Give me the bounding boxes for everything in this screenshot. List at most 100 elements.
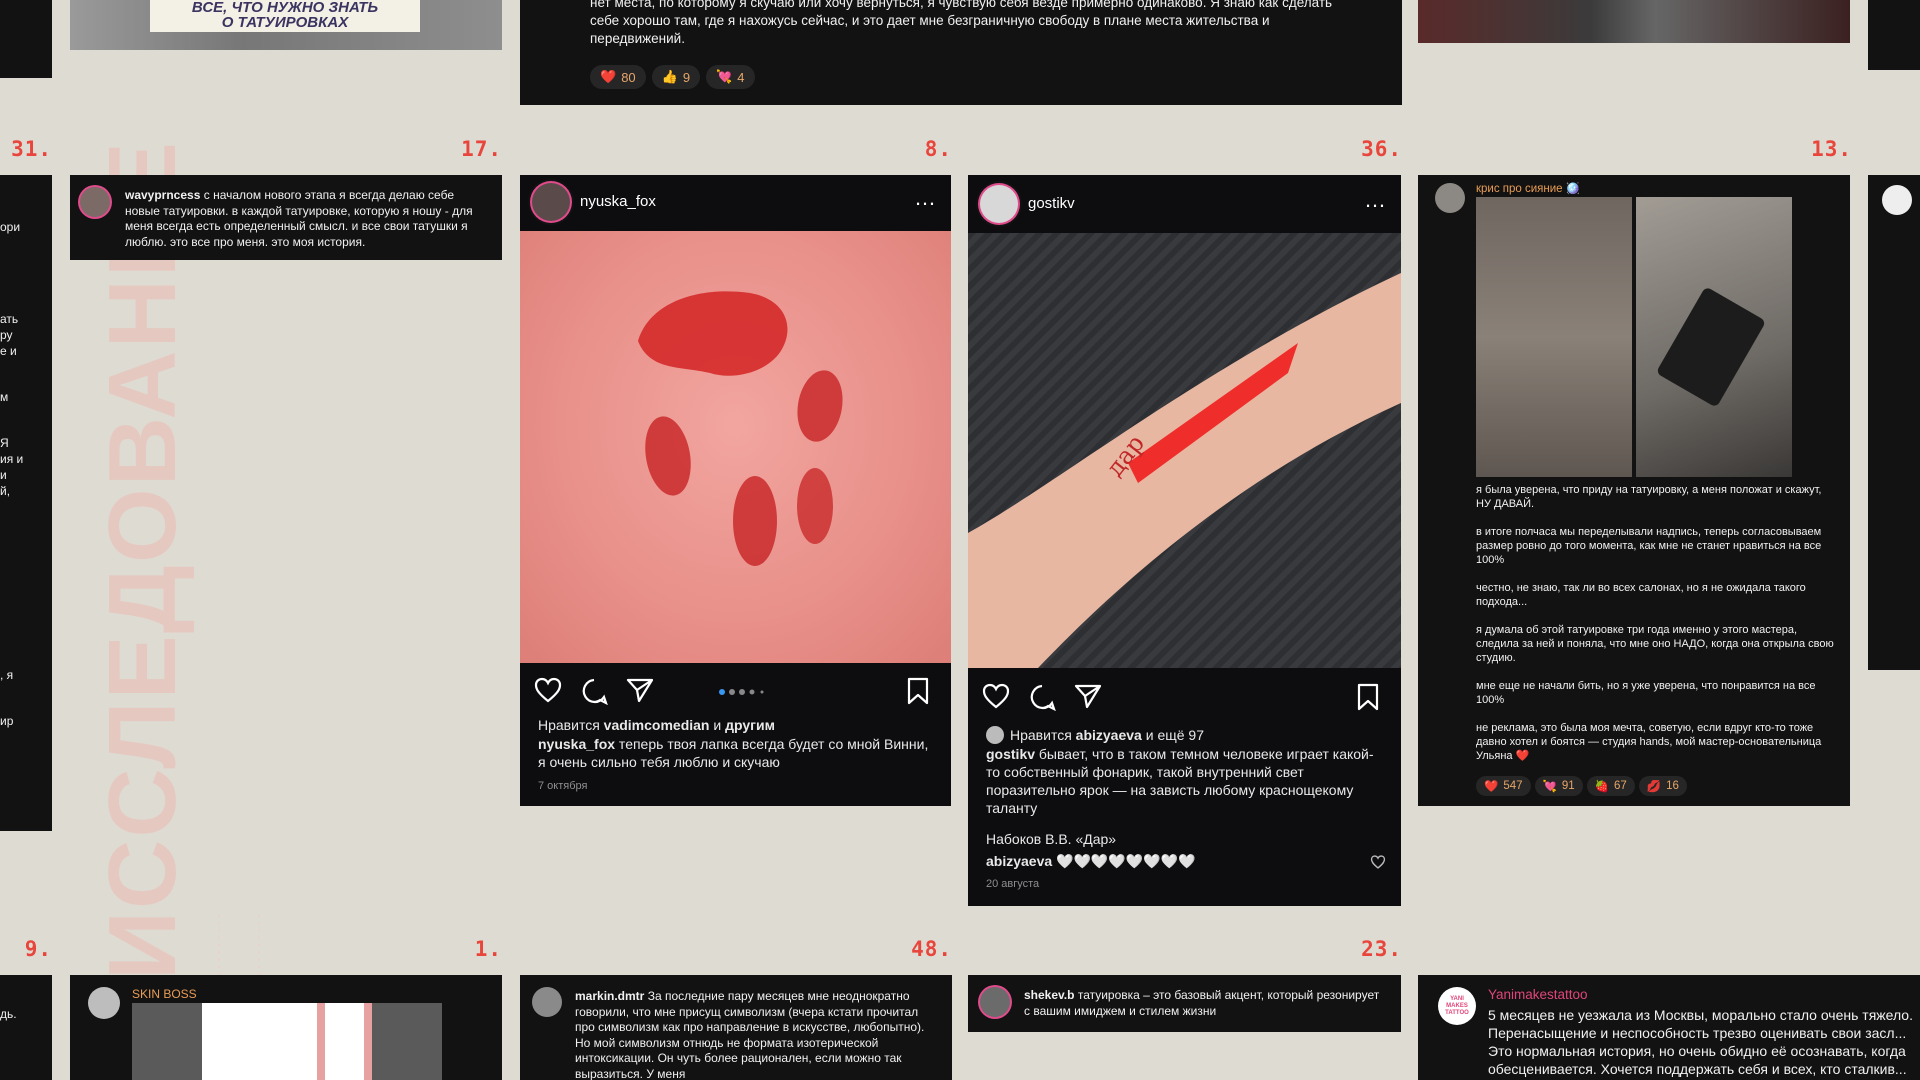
share-icon[interactable] (1074, 683, 1102, 709)
username[interactable]: SKIN BOSS (132, 986, 197, 1002)
more-icon[interactable]: … (1364, 187, 1387, 213)
strip-fragment: дь. (0, 1007, 17, 1021)
comment-like-icon[interactable] (1370, 855, 1386, 869)
like-heart-icon[interactable] (982, 683, 1010, 709)
avatar[interactable] (980, 185, 1018, 223)
strip-fragment: , я (0, 668, 14, 682)
reaction-pill[interactable]: ❤️ 80 (590, 65, 646, 89)
bookmark-icon[interactable] (1356, 683, 1380, 711)
username[interactable]: nyuska_fox (580, 193, 656, 210)
share-icon[interactable] (626, 677, 654, 703)
avatar[interactable] (532, 987, 562, 1017)
strip-fragment: м (0, 390, 9, 404)
strip-fragment: и (0, 468, 7, 482)
liker-avatar[interactable] (986, 726, 1004, 744)
liked-user[interactable]: abizyaeva (1076, 727, 1142, 743)
reaction-bar: ❤️ 547 💘 91 🍓 67 💋 16 (1476, 776, 1691, 796)
username[interactable]: gostikv (1028, 195, 1075, 212)
reaction-pill[interactable]: 💘 91 (1534, 776, 1583, 796)
photo-studio[interactable] (1476, 197, 1632, 477)
avatar[interactable] (80, 187, 110, 217)
comment-icon[interactable] (1028, 683, 1056, 711)
left-strip-card-bottom[interactable]: дь. (0, 975, 52, 1080)
reaction-count: 547 (1503, 780, 1523, 792)
top-right-card[interactable] (1418, 0, 1850, 43)
username[interactable]: wavyprncess (125, 188, 200, 202)
cupid-heart-icon: 💘 (716, 69, 733, 84)
left-strip-card-top[interactable] (0, 0, 52, 78)
avatar[interactable] (532, 183, 570, 221)
grid-number: 1. (474, 937, 502, 961)
right-edge-card[interactable] (1868, 175, 1920, 670)
post-text: я была уверена, что приду на татуировку,… (1476, 483, 1836, 763)
grid-number: 8. (924, 137, 952, 161)
skin-boss-card[interactable]: SKIN BOSS (70, 975, 502, 1080)
comment-username[interactable]: abizyaeva (986, 853, 1052, 869)
reaction-count: 80 (621, 69, 636, 85)
instagram-post-gostikv[interactable]: gostikv … дар Нравится abizyaeva и ещё 9… (968, 175, 1401, 906)
kris-card[interactable]: крис про сияние 🪩 я была уверена, что пр… (1418, 175, 1850, 806)
comment-icon[interactable] (580, 677, 608, 705)
reaction-count: 16 (1666, 780, 1679, 792)
top-left-card[interactable]: ВСЕ, ЧТО НУЖНО ЗНАТЬ О ТАТУИРОВКАХ (70, 0, 502, 50)
liked-others[interactable]: другим (725, 717, 775, 733)
grid-number: 13. (1811, 137, 1852, 161)
reaction-pill[interactable]: ❤️ 547 (1476, 776, 1531, 796)
photo-tablet[interactable] (1636, 197, 1792, 477)
paragraph: в итоге полчаса мы переделывали надпись,… (1476, 526, 1822, 566)
avatar[interactable] (88, 987, 120, 1019)
reaction-pill[interactable]: 💘 4 (706, 65, 755, 89)
caption-username[interactable]: gostikv (986, 746, 1035, 762)
image-shape (317, 1003, 372, 1080)
paw-tattoo-image (638, 291, 843, 566)
like-heart-icon[interactable] (534, 677, 562, 703)
post-text: wavyprncess с началом нового этапа я все… (125, 188, 485, 250)
reaction-pill[interactable]: 👍 9 (651, 65, 701, 89)
yani-card[interactable]: YANI MAKES TATTOO Yanimakestattoo 5 меся… (1418, 975, 1920, 1080)
banner-label: ВСЕ, ЧТО НУЖНО ЗНАТЬ О ТАТУИРОВКАХ (150, 0, 420, 32)
comment-text: 🤍🤍🤍🤍🤍🤍🤍🤍 (1052, 853, 1196, 869)
post-image[interactable] (520, 231, 951, 663)
top-right-edge-card[interactable] (1868, 0, 1920, 70)
avatar[interactable]: YANI MAKES TATTOO (1438, 987, 1476, 1025)
post-text: shekev.b татуировка – это базовый акцент… (1024, 988, 1384, 1019)
carousel-dots (719, 689, 764, 695)
username[interactable]: Yanimakestattoo (1488, 987, 1588, 1003)
strip-fragment: е и (0, 344, 17, 358)
post-header: gostikv … (968, 175, 1401, 233)
username[interactable]: markin.dmtr (575, 989, 644, 1003)
avatar[interactable] (1435, 183, 1465, 213)
username[interactable]: крис про сияние 🪩 (1476, 181, 1580, 197)
banner-line: ВСЕ, ЧТО НУЖНО ЗНАТЬ (191, 0, 379, 16)
strip-fragment: ать (0, 312, 19, 326)
post-image[interactable]: дар (968, 233, 1401, 668)
reaction-count: 67 (1613, 780, 1627, 792)
more-icon[interactable]: … (914, 185, 937, 211)
top-mid-card[interactable]: нет места, по которому я скучаю или хочу… (520, 0, 1402, 105)
avatar[interactable] (980, 987, 1010, 1017)
likes-suffix: и (709, 717, 726, 733)
reaction-pill[interactable]: 💋 16 (1638, 776, 1687, 796)
username[interactable]: shekev.b (1024, 988, 1074, 1002)
thumbs-up-icon: 👍 (661, 69, 678, 84)
shekev-card[interactable]: shekev.b татуировка – это базовый акцент… (968, 975, 1401, 1032)
avatar[interactable] (1882, 185, 1912, 215)
avatar-logo: YANI MAKES TATTOO (1445, 995, 1469, 1016)
liked-user[interactable]: vadimcomedian (604, 717, 710, 733)
caption-username[interactable]: nyuska_fox (538, 736, 615, 752)
wavy-card[interactable]: wavyprncess с началом нового этапа я все… (70, 175, 502, 260)
kiss-icon: 💋 (1646, 781, 1662, 793)
paragraph: мне еще не начали бить, но я уже уверена… (1476, 680, 1816, 706)
reaction-count: 9 (682, 69, 691, 85)
instagram-post-nyuska[interactable]: nyuska_fox … Нравится vadimcomedian и др… (520, 175, 951, 806)
markin-card[interactable]: markin.dmtr За последние пару месяцев мн… (520, 975, 952, 1080)
post-text: 5 месяцев не уезжала из Москвы, морально… (1488, 1007, 1913, 1077)
reaction-pill[interactable]: 🍓 67 (1586, 776, 1635, 796)
heart-icon: ❤️ (1484, 781, 1499, 793)
grid-number: 31. (11, 137, 52, 161)
left-strip-card[interactable]: ори ать ру е и м Я ия и и й, , я ир (0, 175, 52, 831)
grid-number: 48. (911, 937, 952, 961)
post-image[interactable] (132, 1003, 442, 1080)
grid-number: 36. (1361, 137, 1402, 161)
bookmark-icon[interactable] (906, 677, 930, 705)
